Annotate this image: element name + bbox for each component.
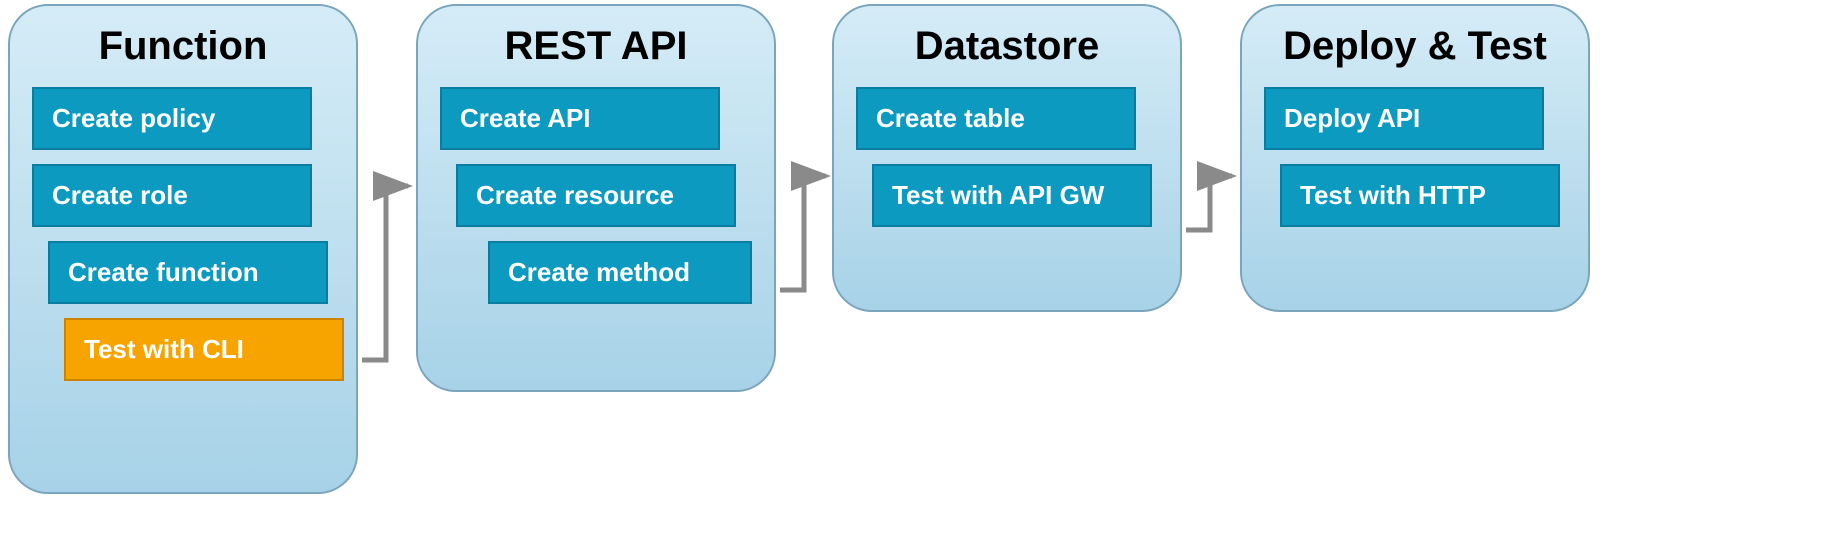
step-create-api: Create API (440, 87, 720, 150)
arrow-function-to-restapi (356, 180, 416, 400)
step-create-function: Create function (48, 241, 328, 304)
step-deploy-api: Deploy API (1264, 87, 1544, 150)
stage-rest-api: REST API Create API Create resource Crea… (416, 4, 776, 392)
step-create-resource: Create resource (456, 164, 736, 227)
step-create-table: Create table (856, 87, 1136, 150)
stage-function: Function Create policy Create role Creat… (8, 4, 358, 494)
stage-title-deploy-test: Deploy & Test (1264, 24, 1566, 69)
step-label: Create API (460, 103, 591, 133)
step-test-with-cli: Test with CLI (64, 318, 344, 381)
step-test-with-http: Test with HTTP (1280, 164, 1560, 227)
stage-title-rest-api: REST API (440, 24, 752, 69)
step-label: Create table (876, 103, 1025, 133)
arrow-datastore-to-deploy (1180, 170, 1240, 250)
step-create-policy: Create policy (32, 87, 312, 150)
step-create-role: Create role (32, 164, 312, 227)
step-label: Test with CLI (84, 334, 244, 364)
step-create-method: Create method (488, 241, 752, 304)
step-label: Test with API GW (892, 180, 1104, 210)
step-label: Create method (508, 257, 690, 287)
arrow-restapi-to-datastore (774, 170, 834, 310)
step-label: Create role (52, 180, 188, 210)
step-test-with-api-gw: Test with API GW (872, 164, 1152, 227)
stage-datastore: Datastore Create table Test with API GW (832, 4, 1182, 312)
stage-deploy-test: Deploy & Test Deploy API Test with HTTP (1240, 4, 1590, 312)
stage-title-function: Function (32, 24, 334, 69)
step-label: Create resource (476, 180, 674, 210)
step-label: Test with HTTP (1300, 180, 1486, 210)
step-label: Create policy (52, 103, 215, 133)
step-label: Create function (68, 257, 259, 287)
step-label: Deploy API (1284, 103, 1420, 133)
stage-title-datastore: Datastore (856, 24, 1158, 69)
